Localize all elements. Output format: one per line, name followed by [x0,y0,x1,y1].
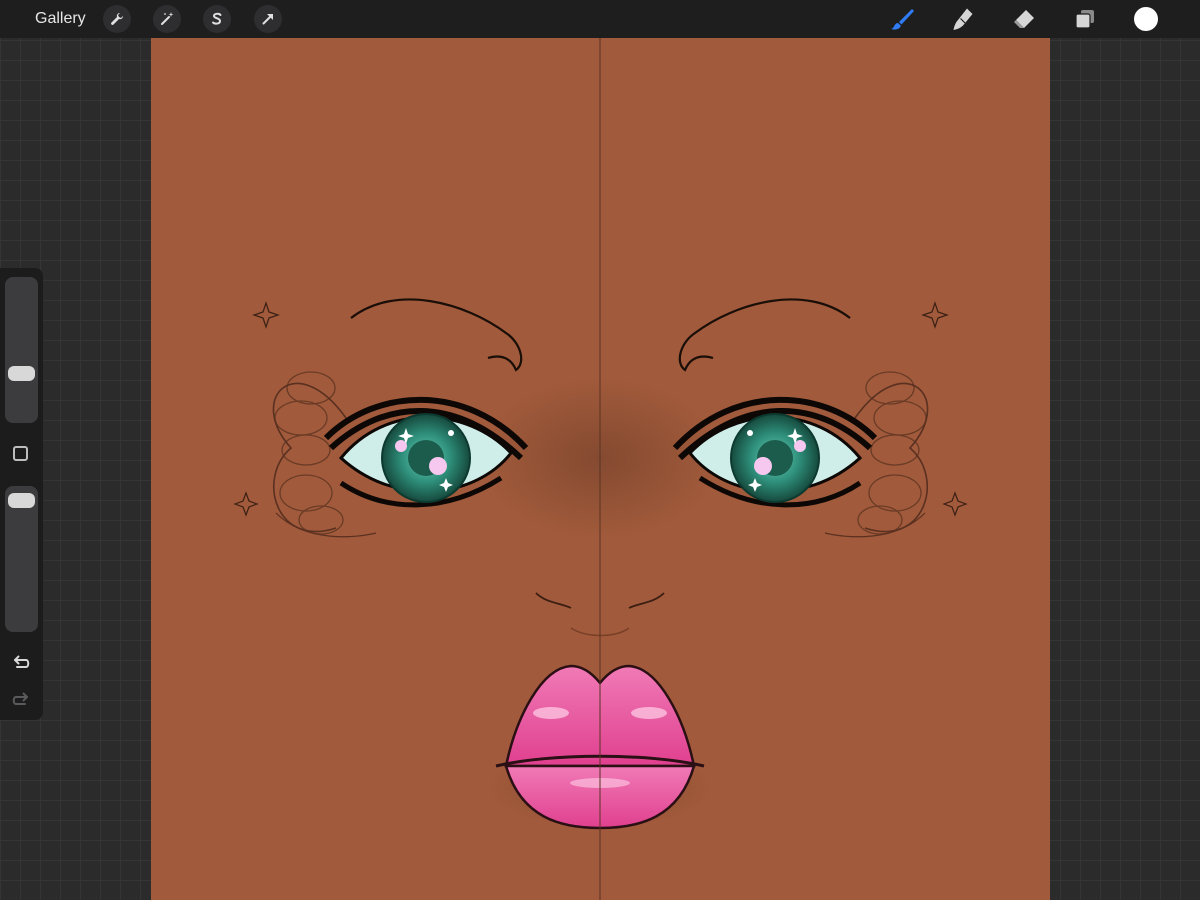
color-picker-button[interactable] [1134,7,1158,31]
undo-icon[interactable] [9,650,33,674]
brush-icon[interactable] [887,5,917,33]
left-sidebar [0,268,43,720]
gallery-button[interactable]: Gallery [35,10,86,28]
opacity-slider-thumb[interactable] [8,492,35,508]
smudge-icon[interactable] [948,5,978,33]
top-toolbar: Gallery [0,0,1200,38]
brush-size-slider-thumb[interactable] [8,366,35,382]
arrow-cursor-icon[interactable] [254,5,282,33]
square-icon[interactable] [13,446,28,461]
wrench-icon[interactable] [103,5,131,33]
opacity-slider[interactable] [5,486,38,632]
brush-size-slider[interactable] [5,277,38,423]
face-artwork [151,38,1050,900]
layers-icon[interactable] [1070,5,1100,33]
selection-s-icon[interactable] [203,5,231,33]
magic-wand-icon[interactable] [153,5,181,33]
redo-icon[interactable] [9,687,33,711]
eraser-icon[interactable] [1009,5,1039,33]
drawing-canvas[interactable] [151,38,1050,900]
